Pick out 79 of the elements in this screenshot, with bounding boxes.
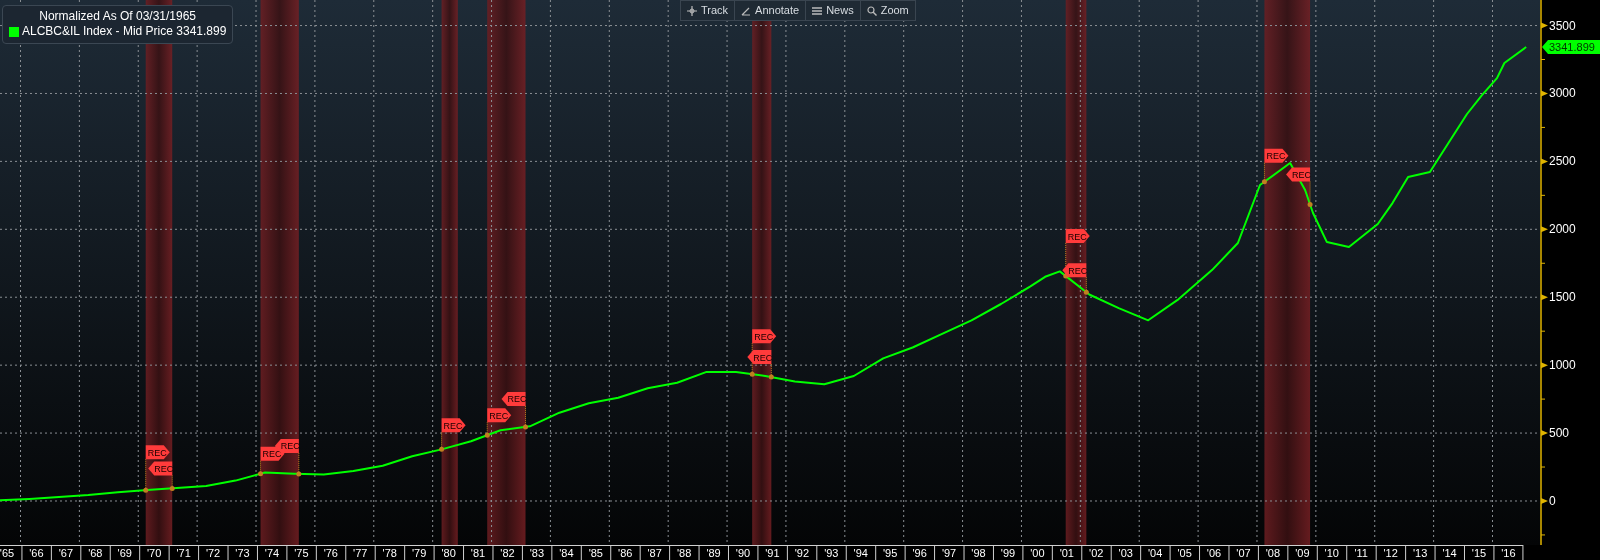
axis-label: '99 bbox=[1000, 547, 1016, 559]
axis-label: '13 bbox=[1412, 547, 1428, 559]
axis-label: '91 bbox=[765, 547, 780, 559]
axis-label: '06 bbox=[1206, 547, 1222, 559]
axis-label: '87 bbox=[647, 547, 662, 559]
crosshair-icon bbox=[687, 5, 697, 16]
axis-label: '73 bbox=[235, 547, 250, 559]
axis-label: '10 bbox=[1324, 547, 1339, 559]
axis-label: '97 bbox=[941, 547, 957, 559]
axis-label: '72 bbox=[205, 547, 221, 559]
legend-title: Normalized As Of 03/31/1965 bbox=[38, 9, 198, 24]
axis-label: '11 bbox=[1354, 547, 1368, 559]
toolbar-button[interactable]: Annotate bbox=[735, 1, 807, 20]
annotation: REC bbox=[507, 394, 527, 405]
axis-label: '89 bbox=[706, 547, 721, 559]
toolbar-button[interactable]: Zoom bbox=[860, 1, 915, 20]
axis-label: '12 bbox=[1383, 547, 1398, 559]
axis-label: '05 bbox=[1177, 547, 1192, 559]
axis-label: 2000 bbox=[1549, 222, 1576, 237]
axis-label: '80 bbox=[441, 547, 456, 559]
pencil-icon bbox=[741, 5, 752, 16]
legend-label: ALCBC&IL Index - Mid Price 3341.899 bbox=[22, 24, 227, 39]
axis-label: '82 bbox=[500, 547, 515, 559]
axis-label: '68 bbox=[88, 547, 103, 559]
axis-label: '74 bbox=[264, 547, 280, 559]
axis-label: '15 bbox=[1471, 547, 1487, 559]
axis-label: '75 bbox=[294, 547, 309, 559]
axis-label: '69 bbox=[117, 547, 132, 559]
toolbar-button[interactable]: News bbox=[806, 1, 861, 20]
axis-label: '09 bbox=[1295, 547, 1310, 559]
axis-label: '02 bbox=[1089, 547, 1104, 559]
axis-label: 500 bbox=[1549, 426, 1570, 441]
axis-label: '84 bbox=[559, 547, 574, 559]
axis-label: '08 bbox=[1265, 547, 1281, 559]
axis-label: '79 bbox=[412, 547, 427, 559]
last-price-tag: 3341.899 bbox=[1542, 40, 1600, 54]
annotation: REC bbox=[489, 410, 509, 421]
axis-label: '67 bbox=[58, 547, 74, 559]
axis-label: 1500 bbox=[1549, 290, 1576, 305]
axis-label: '07 bbox=[1236, 547, 1251, 559]
axis-label: '00 bbox=[1030, 547, 1045, 559]
axis-label: '95 bbox=[883, 547, 898, 559]
axis-label: '93 bbox=[824, 547, 839, 559]
annotation: REC bbox=[262, 449, 283, 460]
axis-label: '70 bbox=[147, 547, 162, 559]
axis-label: '81 bbox=[470, 547, 486, 559]
axis-label: '88 bbox=[676, 547, 692, 559]
axis-label: '94 bbox=[853, 547, 868, 559]
axis-label: '03 bbox=[1118, 547, 1133, 559]
search-icon bbox=[866, 5, 877, 16]
axis-label: '01 bbox=[1059, 547, 1074, 559]
axis-label: '71 bbox=[176, 547, 191, 559]
axis-label: '98 bbox=[971, 547, 986, 559]
axis-label: 2500 bbox=[1549, 154, 1576, 169]
annotation: REC bbox=[1266, 151, 1286, 162]
axis-label: '65 bbox=[0, 547, 15, 559]
axis-label: '14 bbox=[1442, 547, 1457, 559]
axis-label: '66 bbox=[29, 547, 44, 559]
annotation: REC bbox=[443, 420, 464, 431]
annotation: REC bbox=[754, 331, 774, 342]
list-icon bbox=[812, 5, 823, 16]
axis-label: '16 bbox=[1501, 547, 1516, 559]
axis-label: 0 bbox=[1549, 494, 1556, 508]
annotation: REC bbox=[1067, 231, 1088, 242]
axis-label: 3000 bbox=[1549, 86, 1576, 101]
axis-label: '90 bbox=[735, 547, 751, 559]
axis-label: '96 bbox=[912, 547, 927, 559]
annotation: REC bbox=[147, 447, 168, 458]
axis-label: '78 bbox=[382, 547, 397, 559]
toolbar-button[interactable]: Track bbox=[681, 1, 736, 20]
axis-label: '83 bbox=[529, 547, 545, 559]
axis-label: '85 bbox=[588, 547, 603, 559]
axis-label: '76 bbox=[323, 547, 338, 559]
axis-label: '92 bbox=[794, 547, 810, 559]
axis-label: '86 bbox=[618, 547, 633, 559]
axis-label: 1000 bbox=[1549, 358, 1576, 373]
axis-label: 3500 bbox=[1549, 18, 1576, 33]
axis-label: '04 bbox=[1148, 547, 1163, 559]
axis-label: '77 bbox=[353, 547, 368, 559]
